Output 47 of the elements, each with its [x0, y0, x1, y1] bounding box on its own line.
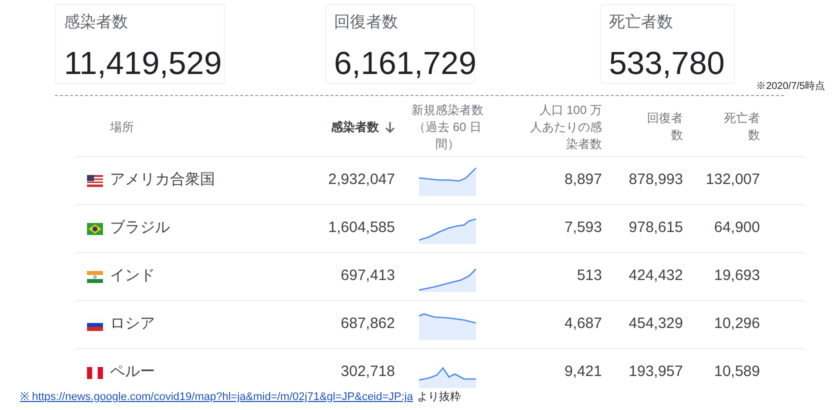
table-cell-text: アメリカ合衆国	[110, 170, 216, 190]
table-cell-text: 8,897	[563, 170, 602, 190]
source-link[interactable]: ※ https://news.google.com/covid19/map?hl=ja&mid=/m/02j71&gl=JP&ceid=JP:ja	[20, 389, 413, 406]
table-cell-text: ブラジル	[110, 218, 171, 238]
table-cell-text: 978,615	[628, 218, 683, 238]
stat-label: 回復者数	[334, 12, 399, 33]
table-cell-text: 10,589	[713, 362, 760, 382]
table-cell-text: 132,007	[704, 170, 760, 190]
stat-value: 11,419,529	[64, 45, 223, 81]
table-cell-text: 7,593	[563, 218, 602, 238]
table-cell-text: 687,862	[340, 314, 395, 334]
table-cell-text: 697,413	[340, 266, 395, 286]
column-header[interactable]: 回復者数	[602, 110, 683, 144]
table-cell-text: 4,687	[563, 314, 602, 334]
column-header[interactable]: 感染者数	[300, 118, 395, 136]
table-cell-text: 424,432	[628, 266, 683, 286]
table-cell-text: 454,329	[628, 314, 683, 334]
stat-value: 6,161,729	[334, 45, 474, 81]
table-cell-text: インド	[110, 266, 156, 286]
table-cell-text: ロシア	[110, 314, 156, 334]
column-header[interactable]: 人口 100 万人あたりの感染者数	[500, 102, 602, 152]
table-cell-text: 302,718	[340, 362, 395, 382]
stat-label: 死亡者数	[609, 12, 674, 33]
table-cell-text: 19,693	[713, 266, 760, 286]
source-note: より抜粋	[417, 390, 461, 405]
table-cell-text: 1,604,585	[327, 218, 395, 238]
stat-value: 533,780	[609, 45, 726, 81]
flag-icon	[87, 366, 103, 378]
flag-icon	[87, 222, 103, 234]
sparkline	[419, 166, 476, 196]
as-of-note: ※2020/7/5時点	[756, 80, 825, 94]
table-cell-text: 10,296	[713, 314, 760, 334]
column-header[interactable]: 場所	[110, 118, 300, 136]
table-cell-text: 64,900	[713, 218, 760, 238]
table-cell-text: 878,993	[628, 170, 683, 190]
table-cell-text: 193,957	[628, 362, 683, 382]
column-header[interactable]: 新規感染者数（過去 60 日間）	[395, 102, 500, 152]
flag-icon	[87, 318, 103, 330]
table-cell-text: 2,932,047	[327, 170, 395, 190]
table-cell-text: 9,421	[563, 362, 602, 382]
flag-icon	[87, 270, 103, 282]
table-cell-text: 513	[576, 266, 602, 286]
flag-icon	[87, 174, 103, 186]
sort-arrow-icon	[385, 121, 395, 133]
column-header[interactable]: 死亡者数	[683, 110, 760, 144]
table-cell-text: ペルー	[110, 362, 156, 382]
stat-label: 感染者数	[64, 12, 129, 33]
